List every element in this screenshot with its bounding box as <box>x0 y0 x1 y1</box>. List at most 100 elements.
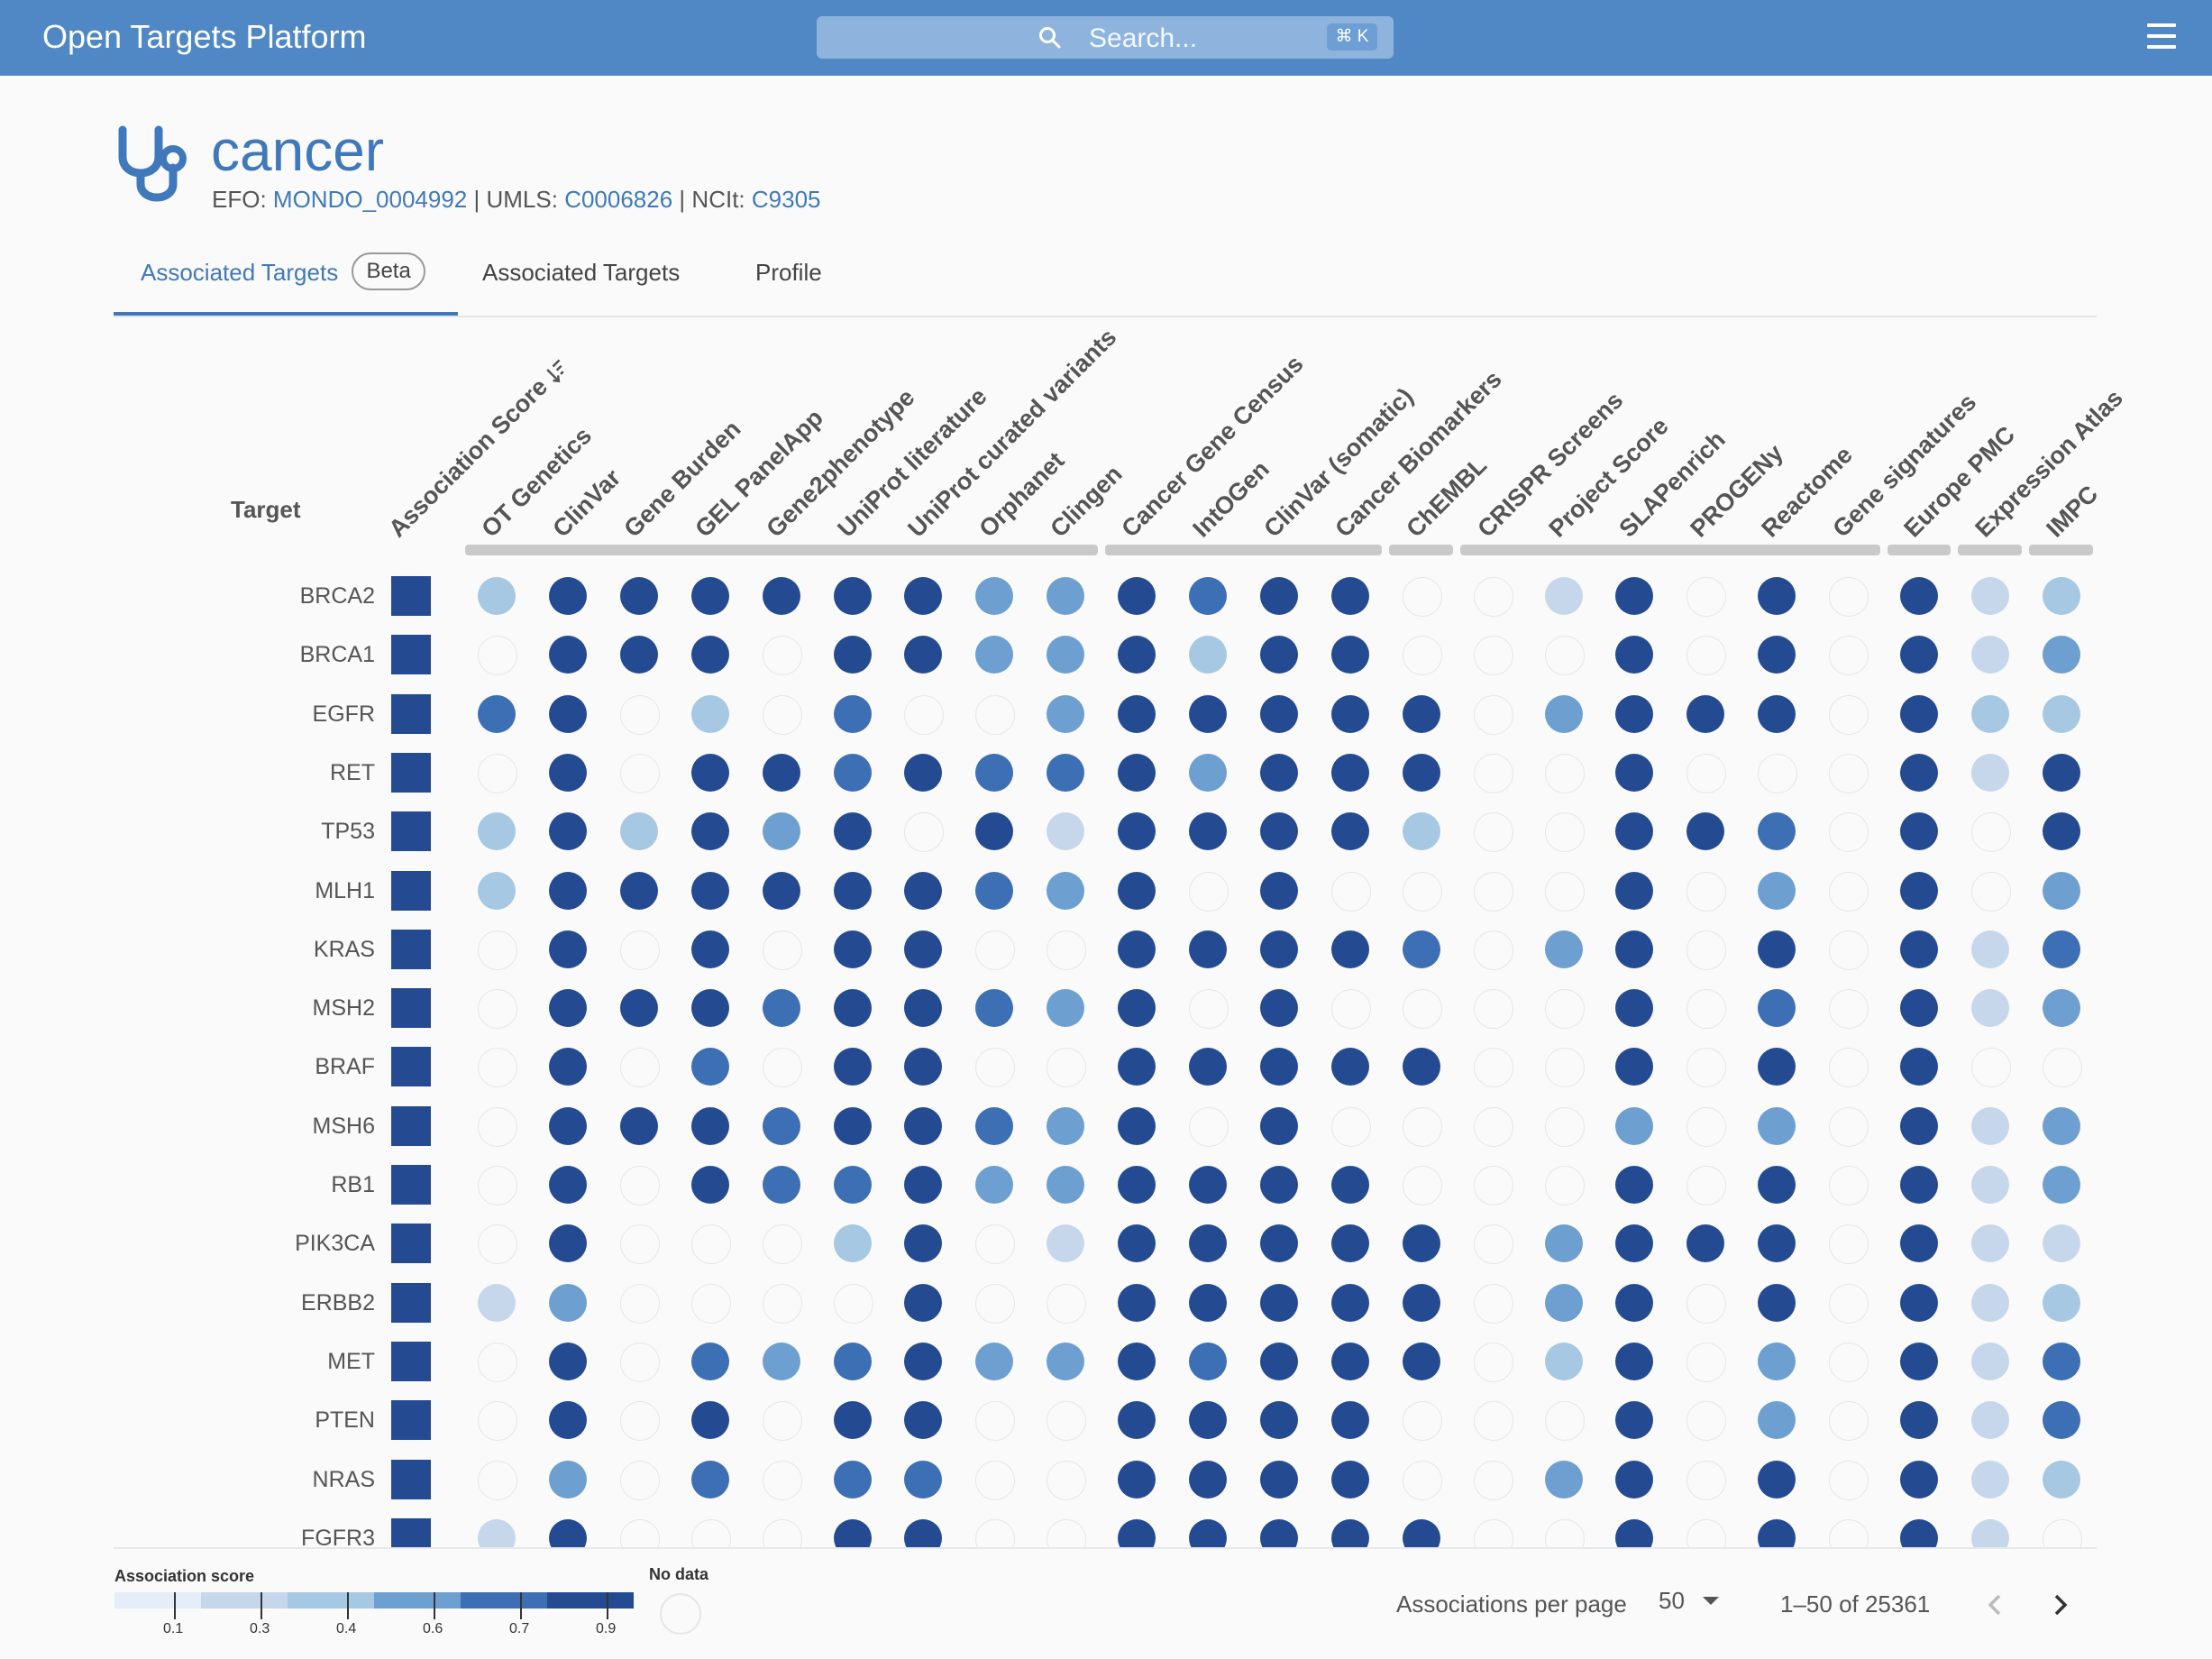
evidence-cell[interactable] <box>1330 1166 1369 1204</box>
evidence-cell[interactable] <box>1259 1166 1298 1204</box>
evidence-cell[interactable] <box>1189 694 1227 733</box>
evidence-cell[interactable] <box>833 1518 872 1547</box>
evidence-cell[interactable] <box>904 1106 943 1145</box>
evidence-cell[interactable] <box>1970 1401 2009 1440</box>
evidence-cell[interactable] <box>1189 1224 1227 1263</box>
evidence-cell[interactable] <box>762 1048 802 1088</box>
evidence-cell[interactable] <box>1900 1460 1938 1499</box>
evidence-cell[interactable] <box>975 871 1014 910</box>
evidence-cell[interactable] <box>1047 753 1085 792</box>
evidence-cell[interactable] <box>1970 989 2009 1028</box>
evidence-cell[interactable] <box>619 1460 660 1500</box>
evidence-cell[interactable] <box>1544 1106 1585 1147</box>
evidence-cell[interactable] <box>1544 577 1583 615</box>
evidence-cell[interactable] <box>1330 1048 1369 1086</box>
association-score-cell[interactable] <box>391 576 431 616</box>
evidence-cell[interactable] <box>619 1342 660 1382</box>
evidence-cell[interactable] <box>762 1518 802 1547</box>
evidence-cell[interactable] <box>762 636 802 676</box>
evidence-cell[interactable] <box>1615 1106 1654 1145</box>
evidence-cell[interactable] <box>1686 812 1725 851</box>
evidence-cell[interactable] <box>1970 753 2009 792</box>
evidence-cell[interactable] <box>1686 753 1727 793</box>
evidence-cell[interactable] <box>1330 989 1371 1030</box>
evidence-cell[interactable] <box>1259 577 1298 615</box>
evidence-cell[interactable] <box>1758 812 1796 851</box>
evidence-cell[interactable] <box>690 1224 731 1265</box>
evidence-cell[interactable] <box>1402 694 1440 733</box>
evidence-cell[interactable] <box>904 1401 943 1440</box>
evidence-cell[interactable] <box>1118 1048 1156 1086</box>
target-label[interactable]: ERBB2 <box>231 1288 375 1317</box>
evidence-cell[interactable] <box>904 1048 943 1086</box>
evidence-cell[interactable] <box>478 930 517 970</box>
evidence-cell[interactable] <box>548 694 587 733</box>
evidence-cell[interactable] <box>975 812 1014 851</box>
evidence-cell[interactable] <box>1900 989 1938 1028</box>
evidence-cell[interactable] <box>478 1460 517 1500</box>
evidence-cell[interactable] <box>1118 930 1156 968</box>
evidence-cell[interactable] <box>1118 1283 1156 1322</box>
target-label[interactable]: FGFR3 <box>231 1524 375 1547</box>
evidence-cell[interactable] <box>975 1518 1016 1547</box>
evidence-cell[interactable] <box>1118 1224 1156 1263</box>
evidence-cell[interactable] <box>690 871 729 910</box>
evidence-cell[interactable] <box>833 930 872 968</box>
evidence-cell[interactable] <box>1118 753 1156 792</box>
evidence-cell[interactable] <box>619 1048 660 1088</box>
association-score-cell[interactable] <box>391 1517 431 1547</box>
evidence-cell[interactable] <box>1473 636 1513 676</box>
evidence-cell[interactable] <box>833 1048 872 1086</box>
evidence-cell[interactable] <box>1330 812 1369 851</box>
evidence-cell[interactable] <box>1330 1106 1371 1147</box>
evidence-cell[interactable] <box>1686 1342 1727 1382</box>
evidence-cell[interactable] <box>478 1401 517 1442</box>
evidence-cell[interactable] <box>1473 694 1513 735</box>
evidence-cell[interactable] <box>1615 812 1654 851</box>
evidence-cell[interactable] <box>1118 636 1156 674</box>
evidence-cell[interactable] <box>1544 753 1585 793</box>
next-page-icon[interactable] <box>2043 1589 2076 1621</box>
evidence-cell[interactable] <box>1473 1283 1513 1324</box>
evidence-cell[interactable] <box>1829 1518 1869 1547</box>
evidence-cell[interactable] <box>619 1166 660 1205</box>
evidence-cell[interactable] <box>833 812 872 851</box>
evidence-cell[interactable] <box>1970 1342 2009 1380</box>
evidence-cell[interactable] <box>478 1342 517 1382</box>
evidence-cell[interactable] <box>1544 989 1585 1030</box>
evidence-cell[interactable] <box>1047 694 1085 733</box>
evidence-cell[interactable] <box>1544 636 1585 676</box>
evidence-cell[interactable] <box>2042 1401 2080 1440</box>
evidence-cell[interactable] <box>1615 989 1654 1028</box>
evidence-cell[interactable] <box>1047 1283 1087 1324</box>
search-bar[interactable]: Search... ⌘ K <box>817 16 1394 59</box>
evidence-cell[interactable] <box>1970 1106 2009 1145</box>
evidence-cell[interactable] <box>2042 636 2080 674</box>
evidence-cell[interactable] <box>1544 930 1583 968</box>
association-score-cell[interactable] <box>391 1224 431 1264</box>
evidence-cell[interactable] <box>548 753 587 792</box>
evidence-cell[interactable] <box>1402 1106 1442 1147</box>
evidence-cell[interactable] <box>1118 1518 1156 1547</box>
evidence-cell[interactable] <box>478 1518 516 1547</box>
evidence-cell[interactable] <box>690 812 729 851</box>
target-label[interactable]: PTEN <box>231 1406 375 1434</box>
association-score-cell[interactable] <box>391 1047 431 1087</box>
evidence-cell[interactable] <box>2042 694 2080 733</box>
target-label[interactable]: MET <box>231 1347 375 1376</box>
evidence-cell[interactable] <box>1758 694 1796 733</box>
evidence-cell[interactable] <box>1402 989 1442 1030</box>
association-score-cell[interactable] <box>391 870 431 911</box>
target-label[interactable]: BRAF <box>231 1052 375 1081</box>
evidence-cell[interactable] <box>1758 1401 1796 1440</box>
column-header-association-score[interactable]: Association Score <box>383 353 572 543</box>
evidence-cell[interactable] <box>1259 930 1298 968</box>
evidence-cell[interactable] <box>833 577 872 615</box>
evidence-cell[interactable] <box>1402 871 1442 912</box>
evidence-cell[interactable] <box>1118 1106 1156 1145</box>
evidence-cell[interactable] <box>1473 1224 1513 1265</box>
evidence-cell[interactable] <box>762 1106 800 1145</box>
evidence-cell[interactable] <box>2042 930 2080 968</box>
evidence-cell[interactable] <box>1900 1401 1938 1440</box>
per-page-select[interactable]: 50 <box>1659 1587 1719 1621</box>
